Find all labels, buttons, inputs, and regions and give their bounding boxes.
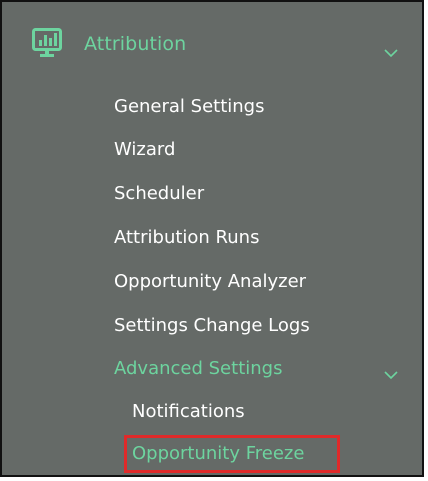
chevron-down-icon[interactable] bbox=[383, 43, 399, 58]
nav-item-settings-change-logs[interactable]: Settings Change Logs bbox=[114, 314, 310, 338]
nav-item-scheduler[interactable]: Scheduler bbox=[114, 182, 204, 206]
nav-item-advanced-settings[interactable]: Advanced Settings bbox=[114, 357, 282, 381]
sub-item-opportunity-freeze[interactable]: Opportunity Freeze bbox=[132, 442, 304, 466]
sub-item-notifications[interactable]: Notifications bbox=[132, 400, 245, 424]
nav-item-opportunity-analyzer[interactable]: Opportunity Analyzer bbox=[114, 270, 306, 294]
bar-chart-monitor-icon bbox=[32, 28, 62, 58]
chevron-down-icon[interactable] bbox=[383, 365, 399, 380]
nav-item-general-settings[interactable]: General Settings bbox=[114, 95, 265, 119]
section-title: Attribution bbox=[84, 33, 187, 55]
nav-item-attribution-runs[interactable]: Attribution Runs bbox=[114, 226, 259, 250]
attribution-section-header[interactable]: Attribution bbox=[2, 20, 422, 76]
nav-item-wizard[interactable]: Wizard bbox=[114, 138, 175, 162]
sidebar-panel: Attribution General Settings Wizard Sche… bbox=[0, 0, 424, 477]
